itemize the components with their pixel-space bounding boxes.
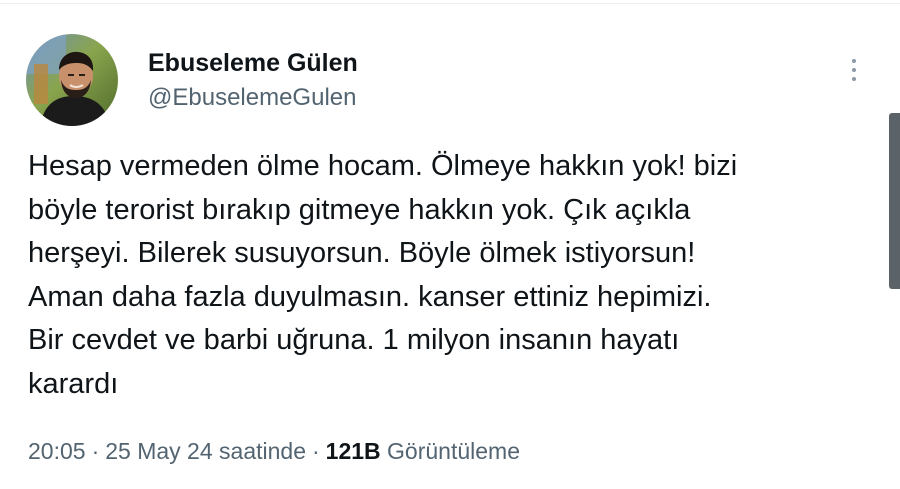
author-handle[interactable]: @EbuselemeGulen	[148, 82, 358, 114]
tweet-meta: 20:05 · 25 May 24 saatinde · 121B Görüntülem…	[28, 434, 520, 468]
tweet-date[interactable]: 25 May 24 saatinde	[105, 438, 306, 464]
author-display-name[interactable]: Ebuseleme Gülen	[148, 47, 358, 79]
meta-separator: ·	[311, 438, 320, 464]
scrollbar[interactable]	[889, 113, 900, 289]
tweet-time[interactable]: 20:05	[28, 438, 86, 464]
tweet-text: Hesap vermeden ölme hocam. Ölmeye hakkın…	[28, 150, 738, 400]
more-dots-icon	[852, 77, 856, 81]
views-count: 121B	[325, 438, 381, 464]
more-options-button[interactable]	[838, 52, 870, 88]
views-label: Görüntüleme	[387, 438, 520, 464]
profile-photo-icon	[26, 34, 118, 126]
more-dots-icon	[852, 68, 856, 72]
top-divider	[0, 3, 900, 4]
avatar[interactable]	[26, 34, 118, 126]
tweet-view: Ebuseleme Gülen @EbuselemeGulen Hesap ve…	[0, 0, 900, 489]
meta-separator: ·	[91, 438, 100, 464]
tweet-header: Ebuseleme Gülen @EbuselemeGulen	[26, 34, 358, 126]
more-dots-icon	[852, 59, 856, 63]
author-names: Ebuseleme Gülen @EbuselemeGulen	[148, 47, 358, 114]
